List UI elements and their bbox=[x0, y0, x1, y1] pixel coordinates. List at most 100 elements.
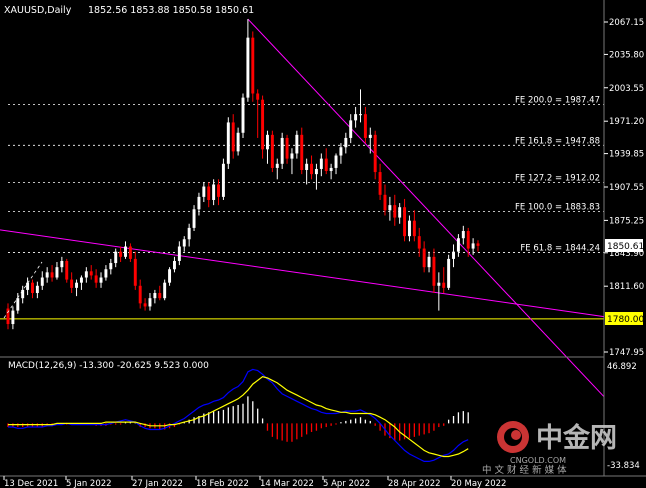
candle-body bbox=[447, 258, 451, 288]
candle-body bbox=[31, 282, 34, 294]
candle-body bbox=[119, 251, 123, 257]
ohlc-readout: 1852.56 1853.88 1850.58 1850.61 bbox=[88, 5, 254, 16]
time-tick-label: 20 May 2022 bbox=[451, 479, 506, 488]
candle-bull bbox=[447, 254, 451, 290]
candle-body bbox=[403, 207, 407, 237]
candle-body bbox=[354, 114, 358, 121]
candle-body bbox=[143, 303, 147, 307]
candle-body bbox=[432, 256, 436, 286]
candle-body bbox=[246, 37, 250, 98]
price-tick-label: 2035.80 bbox=[609, 50, 644, 60]
candle-body bbox=[84, 271, 88, 278]
candle-body bbox=[261, 99, 265, 150]
candle-body bbox=[305, 163, 309, 170]
candle-body bbox=[104, 269, 108, 278]
candle-body bbox=[89, 271, 93, 276]
candle-body bbox=[417, 236, 421, 249]
price-tick-label: 1747.95 bbox=[609, 348, 644, 358]
candle-body bbox=[45, 272, 49, 278]
candle-body bbox=[202, 186, 206, 197]
candle-body bbox=[158, 293, 162, 299]
candle-body bbox=[383, 194, 387, 211]
candle-body bbox=[319, 158, 323, 169]
candle-body bbox=[280, 137, 284, 164]
candle-body bbox=[99, 277, 103, 283]
candle-bear bbox=[261, 95, 265, 159]
level-badge: 1780.00 bbox=[605, 312, 644, 325]
candle-body bbox=[241, 97, 245, 133]
time-tick-label: 28 Apr 2022 bbox=[388, 479, 441, 488]
candle-body bbox=[163, 282, 167, 299]
chart-title: XAUUSD,Daily bbox=[4, 5, 72, 16]
candle-body bbox=[251, 37, 255, 94]
candle-body bbox=[314, 168, 318, 175]
fib-level-label: FE 100.0 = 1883.83 bbox=[515, 203, 600, 213]
watermark-tagline: 中 文 财 经 新 媒 体 bbox=[482, 464, 567, 476]
candle-body bbox=[192, 209, 196, 228]
candle-body bbox=[55, 267, 59, 278]
macd-tick-label: -33.834 bbox=[607, 461, 640, 471]
candle-body bbox=[412, 220, 416, 237]
candle-body bbox=[388, 205, 392, 211]
candle-body bbox=[177, 246, 181, 261]
candle-body bbox=[427, 256, 431, 268]
time-tick-label: 18 Feb 2022 bbox=[196, 479, 249, 488]
candle-body bbox=[16, 298, 20, 311]
candle-bull bbox=[163, 279, 167, 301]
candle-body bbox=[398, 207, 402, 218]
candle-body bbox=[60, 260, 64, 268]
candle-body bbox=[40, 277, 44, 286]
time-tick-label: 13 Dec 2021 bbox=[4, 479, 58, 488]
candle-body bbox=[476, 243, 480, 246]
candle-body bbox=[285, 137, 289, 159]
candle-body bbox=[466, 230, 470, 249]
candle-bear bbox=[251, 31, 255, 102]
candle-body bbox=[378, 172, 382, 195]
candle-body bbox=[109, 263, 113, 270]
candle-bear bbox=[270, 130, 274, 173]
candle-bull bbox=[241, 93, 245, 138]
level-badge-text: 1780.00 bbox=[607, 315, 644, 325]
candle-bull bbox=[226, 117, 230, 169]
price-tick-label: 2003.55 bbox=[609, 84, 644, 94]
candle-body bbox=[344, 137, 348, 148]
candle-bull bbox=[221, 158, 225, 200]
time-tick-label: 14 Mar 2022 bbox=[260, 479, 314, 488]
candle-body bbox=[256, 93, 260, 100]
candle-body bbox=[212, 184, 216, 200]
watermark-logo-dot bbox=[511, 430, 521, 440]
candle-body bbox=[124, 246, 127, 257]
watermark-site: CNGOLD.COM bbox=[510, 456, 566, 465]
candle-body bbox=[231, 122, 235, 152]
candle-body bbox=[275, 163, 279, 168]
candle-body bbox=[349, 120, 353, 138]
current-price-badge-text: 1850.61 bbox=[607, 242, 644, 252]
candle-body bbox=[339, 147, 343, 156]
candle-body bbox=[187, 227, 191, 240]
candle-body bbox=[270, 134, 274, 168]
candle-body bbox=[452, 251, 455, 259]
candle-body bbox=[329, 167, 333, 172]
candle-body bbox=[182, 239, 186, 247]
candle-body bbox=[226, 122, 230, 164]
candle-body bbox=[407, 220, 411, 237]
candle-body bbox=[442, 282, 446, 288]
candle-body bbox=[324, 158, 328, 172]
candle-body bbox=[295, 134, 299, 154]
candle-body bbox=[11, 310, 15, 325]
candle-bear bbox=[373, 130, 377, 180]
price-tick-label: 1971.20 bbox=[609, 117, 644, 127]
time-tick-label: 5 Jan 2022 bbox=[66, 479, 112, 488]
candle-body bbox=[290, 153, 294, 159]
candle-body bbox=[75, 282, 79, 288]
macd-tick-label: 46.892 bbox=[607, 362, 637, 372]
candle-body bbox=[471, 243, 475, 249]
fib-level-label: FE 200.0 = 1987.47 bbox=[515, 95, 600, 105]
price-tick-label: 1811.60 bbox=[609, 282, 644, 292]
watermark-brand: 中金网 bbox=[536, 422, 617, 454]
time-tick-label: 5 Apr 2022 bbox=[323, 479, 370, 488]
candle-body bbox=[221, 163, 225, 197]
time-tick-label: 27 Jan 2022 bbox=[132, 479, 183, 488]
price-tick-label: 1875.25 bbox=[609, 216, 644, 226]
price-tick-label: 1939.85 bbox=[609, 150, 644, 160]
